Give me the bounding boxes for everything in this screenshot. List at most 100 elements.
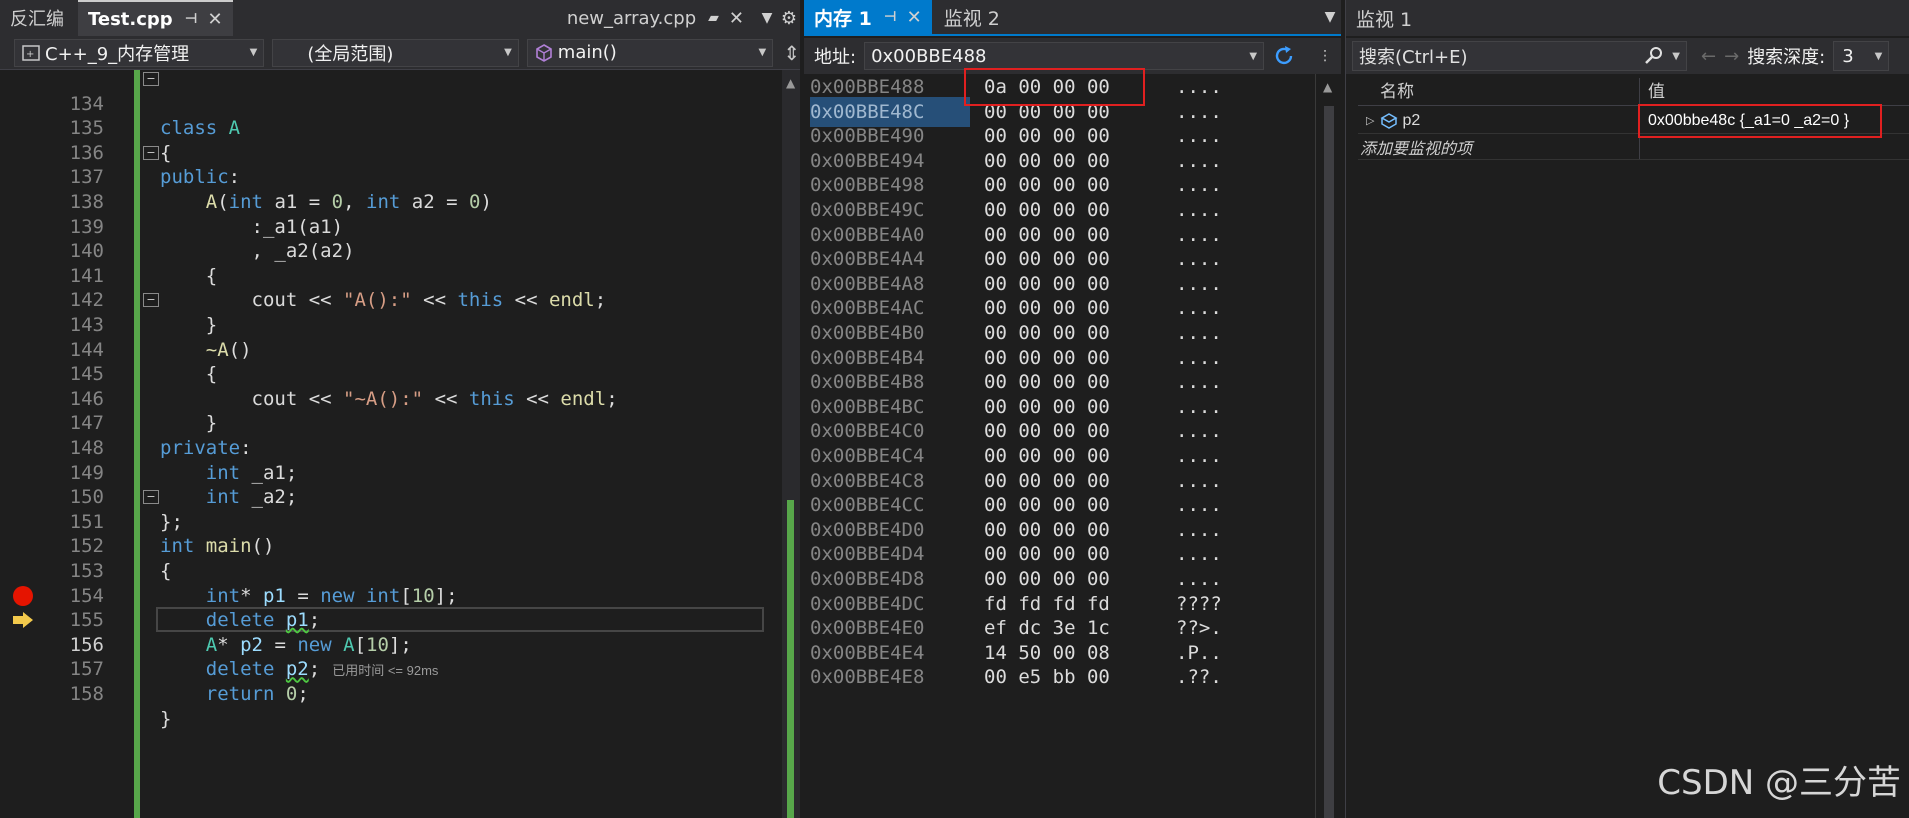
- memory-ascii: ....: [1176, 125, 1222, 148]
- tab-spacer: [235, 0, 557, 36]
- memory-ascii: ....: [1176, 272, 1222, 295]
- memory-ascii: ????: [1176, 592, 1222, 615]
- code-line: 135 {: [0, 92, 800, 164]
- project-icon: +: [21, 43, 41, 63]
- function-dropdown[interactable]: main() ▼: [526, 38, 774, 67]
- scope-name: (全局范围): [307, 43, 394, 65]
- scroll-up-icon[interactable]: ▲: [786, 76, 795, 90]
- pin-icon[interactable]: ▰: [708, 10, 719, 26]
- search-depth-value: 3: [1842, 45, 1854, 67]
- memory-ascii: ....: [1176, 445, 1222, 467]
- code-line: 157 return 0;: [0, 633, 800, 705]
- memory-ascii: ....: [1176, 174, 1222, 197]
- memory-scrollbar[interactable]: ▲: [1315, 74, 1341, 818]
- tab-memory-1[interactable]: 内存 1 ⊣ ✕: [804, 0, 932, 34]
- column-value-header[interactable]: 值: [1640, 78, 1665, 105]
- memory-ascii: ??>.: [1176, 617, 1222, 640]
- column-name-header[interactable]: 名称: [1358, 78, 1640, 105]
- tab-label: 内存 1: [814, 7, 872, 30]
- memory-ascii: ....: [1176, 322, 1222, 344]
- tab-disassembly[interactable]: 反汇编: [0, 0, 74, 36]
- forward-arrow-icon[interactable]: →: [1724, 46, 1739, 67]
- memory-ascii: ....: [1176, 346, 1222, 369]
- tab-new-array-cpp[interactable]: new_array.cpp ▰ ✕: [556, 0, 754, 36]
- memory-ascii: ....: [1176, 223, 1222, 246]
- collapse-icon[interactable]: −: [143, 145, 159, 160]
- collapse-icon[interactable]: −: [143, 72, 159, 86]
- memory-ascii: ....: [1176, 395, 1222, 418]
- code-line: 158 }: [0, 657, 800, 730]
- tab-watch-2[interactable]: 监视 2: [933, 0, 1010, 34]
- memory-ascii: ....: [1176, 518, 1222, 541]
- svg-text:+: +: [26, 49, 34, 60]
- address-input[interactable]: 0x00BBE488 ▼: [864, 42, 1265, 70]
- code-line: 155 A* p2 = new A[10];: [0, 584, 800, 656]
- collapse-icon[interactable]: −: [143, 490, 159, 505]
- settings-gear-icon[interactable]: ⚙: [778, 0, 800, 36]
- memory-grid[interactable]: 0x00BBE488 0a 00 00 00.... 0x00BBE48C 00 00…: [804, 74, 1314, 818]
- close-icon[interactable]: ✕: [208, 9, 223, 30]
- memory-ascii: ....: [1176, 543, 1222, 566]
- code-line: 142 }: [0, 264, 800, 336]
- search-icon[interactable]: [1644, 46, 1664, 66]
- tab-label: 反汇编: [10, 9, 64, 30]
- tab-overflow-icon[interactable]: ▼: [756, 0, 778, 36]
- scroll-up-icon[interactable]: ▲: [1323, 80, 1332, 94]
- memory-ascii: ....: [1176, 199, 1222, 221]
- code-line: 137 A(int a1 = 0, int a2 = 0): [0, 141, 800, 213]
- code-line: 149 int _a2;: [0, 436, 800, 509]
- highlight-box-watch: [1638, 104, 1882, 138]
- project-dropdown[interactable]: + C++_9_内存管理 ▼: [14, 38, 265, 67]
- back-arrow-icon[interactable]: ←: [1701, 46, 1716, 67]
- tab-test-cpp[interactable]: Test.cpp ⊣ ✕: [78, 0, 233, 36]
- refresh-icon[interactable]: [1272, 44, 1296, 68]
- chevron-down-icon: ▼: [1874, 50, 1883, 62]
- code-area[interactable]: 134 class A 135 { 136 public: 137 A(int …: [0, 70, 800, 818]
- memory-bytes[interactable]: 00 e5 bb 00: [984, 662, 1164, 692]
- code-line: 138 :_a1(a1): [0, 165, 800, 238]
- watch-header: 名称 值: [1358, 78, 1909, 106]
- address-label: 地址:: [814, 47, 857, 68]
- scope-dropdown[interactable]: (全局范围) ▼: [272, 38, 519, 67]
- memory-row[interactable]: 0x00BBE4E8 00 e5 bb 00.??.: [810, 662, 1222, 692]
- close-icon[interactable]: ✕: [907, 7, 922, 28]
- add-watch-prompt: 添加要监视的项: [1360, 138, 1473, 158]
- collapse-icon[interactable]: −: [143, 293, 159, 308]
- code-line: 147 private:: [0, 387, 800, 459]
- editor-tab-strip: 反汇编 Test.cpp ⊣ ✕ new_array.cpp ▰ ✕ ▼ ⚙: [0, 0, 800, 36]
- memory-ascii: ....: [1176, 494, 1222, 517]
- method-cube-icon: [534, 43, 554, 63]
- code-editor[interactable]: 反汇编 Test.cpp ⊣ ✕ new_array.cpp ▰ ✕ ▼ ⚙ +…: [0, 0, 800, 818]
- memory-ascii: ....: [1176, 420, 1222, 443]
- code-line: 136 public:: [0, 116, 800, 189]
- code-line: 141 cout << "A():" << this << endl;: [0, 239, 800, 312]
- tab-overflow-icon[interactable]: ▼: [1319, 0, 1341, 34]
- search-depth-dropdown[interactable]: 3 ▼: [1833, 41, 1890, 71]
- watch-title: 监视 1: [1346, 0, 1909, 36]
- scrollbar-thumb[interactable]: [1324, 106, 1334, 818]
- watermark: CSDN @三分苦: [1657, 763, 1901, 803]
- memory-window: 内存 1 ⊣ ✕ 监视 2 ▼ 地址: 0x00BBE488 ▼ ⋮ 0x00B…: [804, 0, 1341, 818]
- code-line: 146 }: [0, 362, 800, 435]
- memory-ascii: ....: [1176, 149, 1222, 172]
- code-line-current: 156 delete p2; 已用时间 <= 92ms: [0, 608, 800, 681]
- more-options-icon[interactable]: ⋮: [1318, 48, 1332, 64]
- line-number: 158: [69, 682, 104, 705]
- watch-search-input[interactable]: 搜索(Ctrl+E) ▼: [1352, 41, 1687, 71]
- watch-name: p2: [1402, 111, 1421, 129]
- editor-scrollbar[interactable]: ▲: [782, 70, 800, 818]
- code-text: return 0;: [205, 682, 309, 705]
- close-icon[interactable]: ✕: [729, 8, 744, 29]
- memory-address: 0x00BBE4E8: [810, 666, 925, 689]
- code-line: 150 };: [0, 461, 800, 533]
- code-line: 143 ~A(): [0, 288, 800, 361]
- watch-name-cell: 添加要监视的项: [1358, 134, 1640, 159]
- code-line: 144 {: [0, 313, 800, 386]
- memory-ascii: .P..: [1176, 641, 1222, 664]
- chevron-down-icon: ▼: [758, 47, 767, 58]
- code-line: 152 {: [0, 510, 800, 582]
- expand-arrow-icon[interactable]: ▷: [1366, 114, 1374, 127]
- split-editor-icon[interactable]: ⇕: [783, 41, 800, 65]
- pin-icon[interactable]: ⊣: [185, 11, 198, 27]
- pin-icon[interactable]: ⊣: [884, 9, 897, 25]
